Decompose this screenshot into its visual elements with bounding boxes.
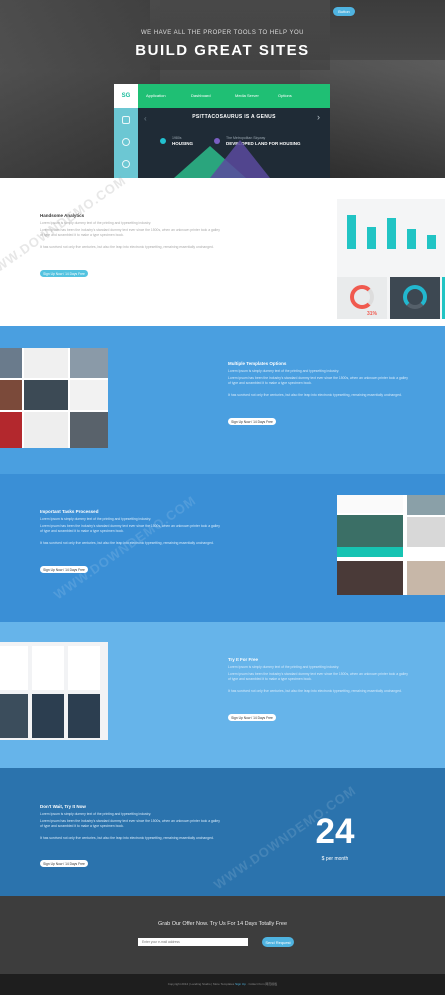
chart-bar (387, 218, 396, 249)
gallery-photo (70, 348, 108, 378)
donut-chart (350, 285, 374, 309)
section-text: It has survived not only five centuries,… (40, 836, 214, 840)
ui-card (32, 646, 64, 690)
signup-button[interactable]: Sign Up Now / 14 Days Free (228, 418, 276, 425)
board-photo (407, 517, 445, 547)
section-text: It has survived not only five centuries,… (228, 689, 402, 693)
templates-gallery-image (0, 348, 108, 448)
mockup-nav-item: Media Server (235, 93, 259, 98)
section-text: Lorem Ipsum is simply dummy text of the … (40, 517, 152, 521)
gallery-photo (0, 380, 22, 410)
chart-bar (427, 235, 436, 249)
board-photo (407, 561, 445, 595)
send-request-button[interactable]: Send Request (262, 937, 294, 947)
gallery-photo (70, 380, 108, 410)
section-text: Lorem Ipsum is simply dummy text of the … (40, 812, 152, 816)
mockup-nav-item: Application (146, 93, 166, 98)
gallery-photo (24, 380, 68, 410)
mockup-title: PSITTACOSAURUS IS A GENUS (192, 114, 276, 120)
section-title: Don't Wait, Try It Now (40, 804, 86, 809)
percent-value: 31% (367, 311, 378, 317)
mockup-nav-item: Dashboard (191, 93, 211, 98)
top-nav-button[interactable]: Button (333, 7, 355, 16)
section-text: Lorem ipsum has been the industry's stan… (40, 524, 220, 533)
offer-title: Grab Our Offer Now. Try Us For 14 Days T… (157, 921, 288, 927)
donut-chart (403, 285, 427, 309)
search-icon (122, 160, 130, 168)
stat-label: 1980s (172, 136, 182, 140)
chart-bar (407, 229, 416, 249)
signup-button[interactable]: Sign Up Now / 14 Days Free (40, 860, 88, 867)
mockup-logo: SG (114, 84, 138, 108)
section-text: It has survived not only five centuries,… (228, 393, 402, 397)
mockup-nav-item: Options (278, 93, 292, 98)
board-photo (407, 495, 445, 515)
offer-section: Grab Our Offer Now. Try Us For 14 Days T… (0, 896, 445, 974)
analytics-dashboard-image: 31% (337, 199, 445, 319)
section-text: Lorem ipsum has been the industry's stan… (40, 228, 220, 237)
ui-card (0, 646, 28, 690)
hero-subtitle: WE HAVE ALL THE PROPER TOOLS TO HELP YOU (141, 30, 304, 36)
home-icon (122, 116, 130, 124)
section-text: Lorem ipsum has been the industry's stan… (40, 819, 220, 828)
section-text: It has survived not only five centuries,… (40, 245, 214, 249)
section-text: Lorem Ipsum is simply dummy text of the … (228, 665, 340, 669)
dashboard-mockup: SG Application Dashboard Media Server Op… (114, 84, 330, 178)
mockup-chart-shape (210, 140, 270, 178)
section-text: Lorem Ipsum is simply dummy text of the … (228, 369, 340, 373)
email-input[interactable] (138, 938, 248, 946)
footer: Copyright 2014 | Landing Studio | More T… (0, 974, 445, 995)
stat-dot-icon (160, 138, 166, 144)
board-photo (337, 561, 403, 595)
copyright-text: Copyright 2014 | Landing Studio | More T… (167, 982, 235, 986)
price-period: $ per month (321, 856, 349, 862)
signup-button[interactable]: Sign Up Now / 14 Days Free (40, 270, 88, 277)
chevron-right-icon: › (317, 112, 320, 122)
hero-section: Button WE HAVE ALL THE PROPER TOOLS TO H… (0, 0, 445, 178)
footer-link[interactable]: Sign Up (235, 982, 246, 986)
section-text: Lorem ipsum has been the industry's stan… (228, 672, 408, 681)
clock-icon (122, 138, 130, 146)
ui-card (68, 694, 100, 738)
signup-button[interactable]: Sign Up Now / 14 Days Free (228, 714, 276, 721)
mockup-nav: Application Dashboard Media Server Optio… (138, 84, 330, 108)
board-photo (337, 515, 403, 547)
ui-cards-image (0, 642, 108, 740)
hero-title: BUILD GREAT SITES (135, 42, 310, 59)
board-header (337, 495, 403, 513)
section-title: Try It For Free (228, 657, 259, 662)
footer-text: Copyright 2014 | Landing Studio | More T… (0, 982, 445, 986)
tasks-board-image (337, 495, 445, 595)
tasks-section: Important Tasks Processed Lorem Ipsum is… (0, 474, 445, 622)
mockup-sidebar (114, 108, 138, 178)
gallery-photo (0, 412, 22, 448)
board-bar (337, 547, 403, 557)
ui-card (32, 694, 64, 738)
ui-card (0, 694, 28, 738)
templates-section: Multiple Templates Options Lorem Ipsum i… (0, 326, 445, 474)
section-title: Multiple Templates Options (228, 361, 287, 366)
chart-bar (347, 215, 356, 249)
section-text: Lorem ipsum has been the industry's stan… (228, 376, 408, 385)
chart-bar (367, 227, 376, 249)
gallery-photo (70, 412, 108, 448)
ui-card (68, 646, 100, 690)
gallery-photo (0, 348, 22, 378)
section-title: Important Tasks Processed (40, 509, 99, 514)
free-trial-section: Try It For Free Lorem Ipsum is simply du… (0, 622, 445, 768)
gallery-photo (24, 348, 68, 378)
analytics-section: Handsome Analytics Lorem Ipsum is simply… (0, 178, 445, 326)
gallery-photo (24, 412, 68, 448)
footer-suffix: · Collect from 网页模板 (246, 982, 278, 986)
